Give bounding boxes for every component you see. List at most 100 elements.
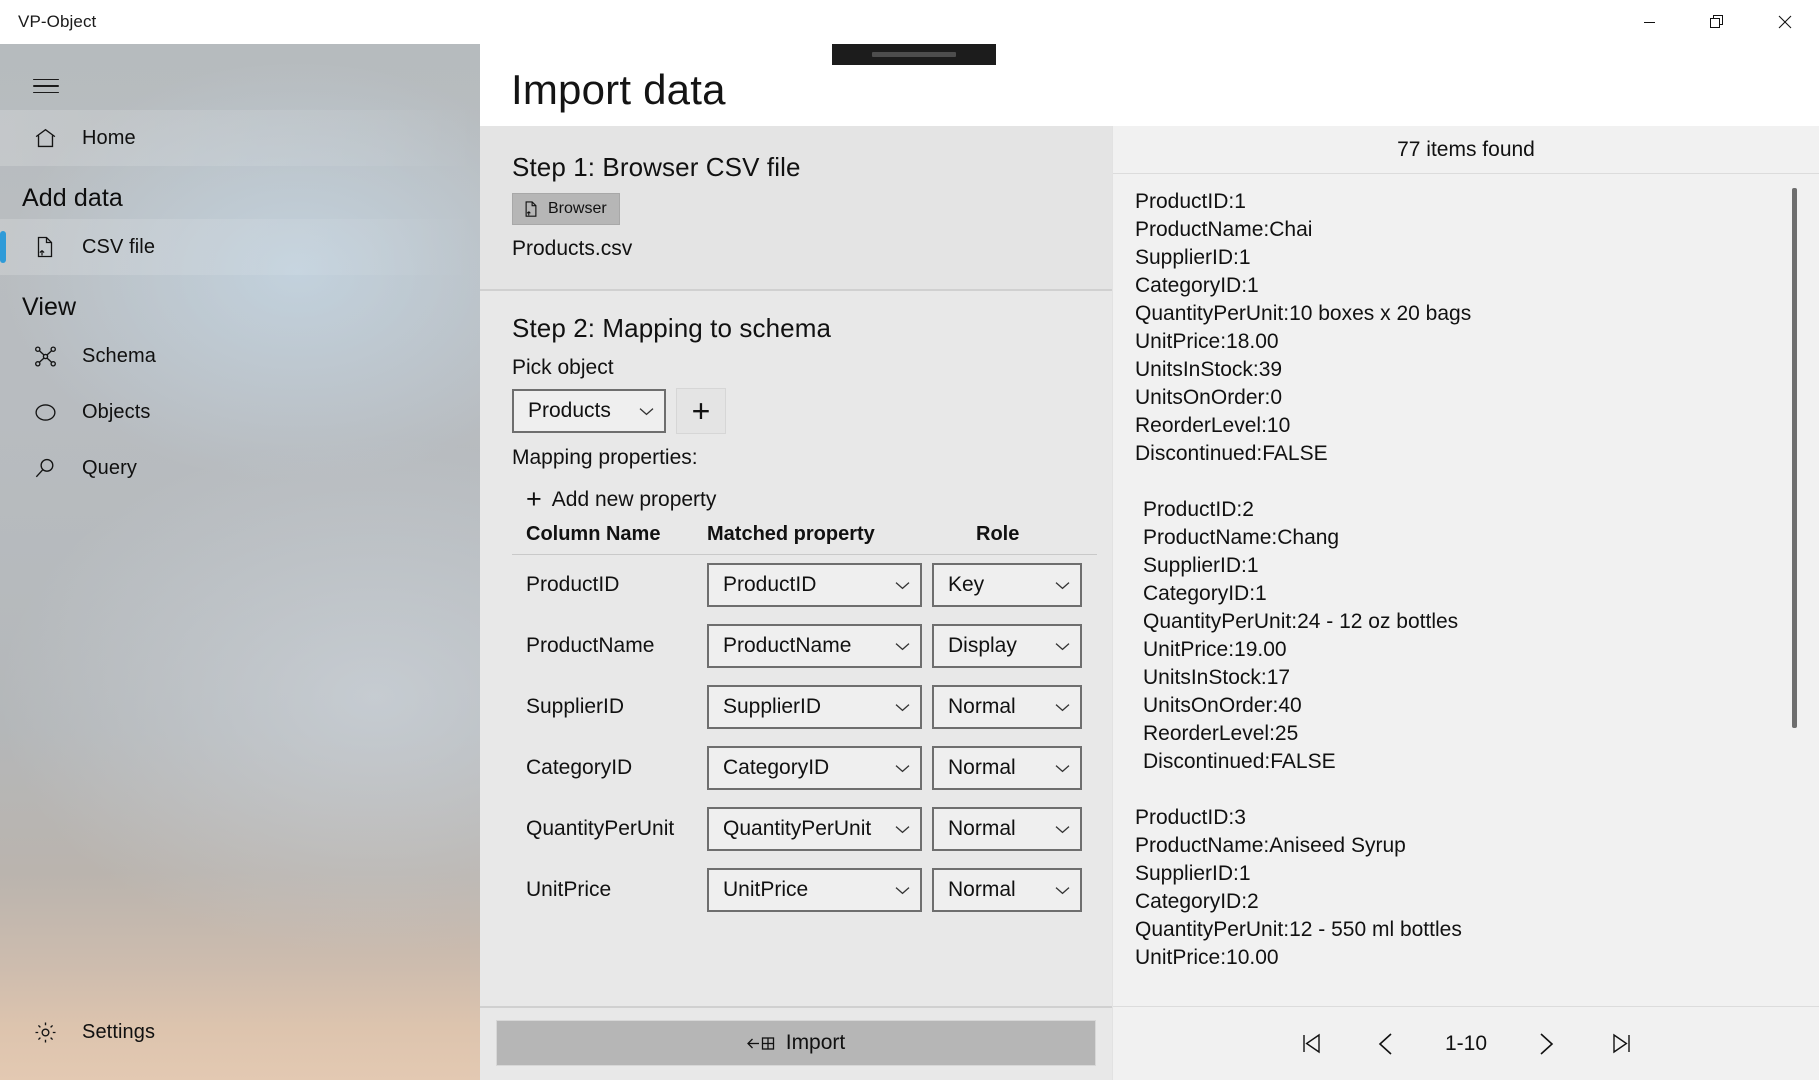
hamburger-menu-button[interactable] (22, 62, 70, 110)
role-select[interactable]: Normal (932, 868, 1082, 912)
add-new-property-label: Add new property (552, 488, 717, 512)
preview-record-line: UnitsInStock:39 (1135, 356, 1819, 384)
chevron-down-icon (1055, 825, 1070, 834)
preview-record-line: CategoryID:1 (1143, 580, 1819, 608)
first-page-button[interactable] (1288, 1021, 1334, 1067)
step1-section: Step 1: Browser CSV file Browser Product… (480, 126, 1112, 291)
preview-record-line: QuantityPerUnit:12 - 550 ml bottles (1135, 916, 1819, 944)
last-page-button[interactable] (1598, 1021, 1644, 1067)
mapping-role-cell: Display (932, 616, 1097, 677)
mapping-row: QuantityPerUnitQuantityPerUnitNormal (512, 799, 1097, 860)
sidebar-item-settings[interactable]: Settings (0, 1004, 480, 1060)
role-select[interactable]: Normal (932, 685, 1082, 729)
page-range-label: 1-10 (1440, 1032, 1492, 1056)
role-select[interactable]: Display (932, 624, 1082, 668)
previous-page-button[interactable] (1364, 1021, 1410, 1067)
objects-circle-icon (22, 400, 68, 425)
import-wizard-pane: Step 1: Browser CSV file Browser Product… (480, 126, 1112, 1080)
mapping-matched-cell: UnitPrice (707, 860, 932, 921)
mapping-table-header-row: Column Name Matched property Role (512, 523, 1097, 555)
import-button[interactable]: Import (496, 1020, 1096, 1066)
sidebar-item-label: Settings (82, 1021, 155, 1044)
csv-file-icon (522, 200, 540, 218)
chevron-down-icon (1055, 886, 1070, 895)
matched-property-select[interactable]: ProductID (707, 563, 922, 607)
preview-record-line: Discontinued:FALSE (1135, 440, 1819, 468)
matched-property-select[interactable]: SupplierID (707, 685, 922, 729)
hamburger-icon-bar (33, 92, 59, 94)
close-button[interactable] (1751, 0, 1819, 44)
sidebar-item-objects[interactable]: Objects (0, 384, 480, 440)
window-titlebar: VP-Object (0, 0, 1819, 44)
sidebar-item-label: Home (82, 127, 136, 150)
matched-property-select[interactable]: CategoryID (707, 746, 922, 790)
chevron-down-icon (1055, 764, 1070, 773)
mapping-column-name: UnitPrice (512, 860, 707, 921)
preview-record-line: Discontinued:FALSE (1143, 748, 1819, 776)
drag-handle-bar (872, 52, 956, 57)
chevron-down-icon (895, 642, 910, 651)
selected-file-name: Products.csv (512, 237, 1078, 261)
pick-object-select[interactable]: Products (512, 389, 666, 433)
mapping-column-name: CategoryID (512, 738, 707, 799)
sidebar-item-query[interactable]: Query (0, 440, 480, 496)
browse-button[interactable]: Browser (512, 193, 620, 225)
chevron-down-icon (1055, 703, 1070, 712)
restore-icon (1710, 15, 1724, 29)
sidebar-item-label: Schema (82, 345, 156, 368)
sidebar-item-csv-file[interactable]: CSV file (0, 219, 480, 275)
mapping-matched-cell: CategoryID (707, 738, 932, 799)
chevron-down-icon (1055, 581, 1070, 590)
page-title: Import data (511, 66, 726, 114)
chevron-left-icon (1375, 1031, 1399, 1057)
window-drag-handle[interactable] (832, 44, 996, 65)
mapping-column-name: ProductName (512, 616, 707, 677)
chevron-down-icon (1055, 642, 1070, 651)
step2-section: Step 2: Mapping to schema Pick object Pr… (480, 291, 1112, 1006)
role-value: Normal (948, 756, 1016, 780)
role-select[interactable]: Key (932, 563, 1082, 607)
mapping-row: SupplierIDSupplierIDNormal (512, 677, 1097, 738)
role-value: Display (948, 634, 1017, 658)
mapping-role-cell: Normal (932, 738, 1097, 799)
mapping-role-cell: Key (932, 555, 1097, 617)
preview-record-line: SupplierID:1 (1135, 244, 1819, 272)
chevron-down-icon (895, 764, 910, 773)
main-content: Import data Step 1: Browser CSV file Bro… (480, 44, 1819, 1080)
matched-property-value: SupplierID (723, 695, 821, 719)
preview-record-line: ProductID:1 (1135, 188, 1819, 216)
sidebar-item-label: CSV file (82, 236, 155, 259)
preview-record-line: ProductID:2 (1143, 496, 1819, 524)
role-select[interactable]: Normal (932, 746, 1082, 790)
mapping-table: Column Name Matched property Role Produc… (512, 523, 1097, 921)
add-object-button[interactable]: + (676, 388, 726, 434)
selection-indicator (0, 231, 6, 263)
matched-property-value: QuantityPerUnit (723, 817, 871, 841)
add-new-property-button[interactable]: + Add new property (526, 486, 1112, 513)
chevron-right-icon (1533, 1031, 1557, 1057)
records-scrollbar[interactable] (1792, 188, 1797, 728)
sidebar-item-home[interactable]: Home (0, 110, 480, 166)
sidebar-item-schema[interactable]: Schema (0, 328, 480, 384)
sidebar: Home Add data CSV file View Schema (0, 44, 480, 1080)
import-button-label: Import (786, 1031, 846, 1055)
mapping-matched-cell: QuantityPerUnit (707, 799, 932, 860)
window-controls (1615, 0, 1819, 44)
pick-object-value: Products (528, 399, 611, 423)
preview-record: ProductID:2ProductName:ChangSupplierID:1… (1135, 496, 1819, 776)
role-select[interactable]: Normal (932, 807, 1082, 851)
records-list[interactable]: ProductID:1ProductName:ChaiSupplierID:1C… (1113, 174, 1819, 1006)
sidebar-item-label: Objects (82, 401, 151, 424)
restore-button[interactable] (1683, 0, 1751, 44)
preview-record-line: SupplierID:1 (1143, 552, 1819, 580)
matched-property-select[interactable]: QuantityPerUnit (707, 807, 922, 851)
next-page-button[interactable] (1522, 1021, 1568, 1067)
matched-property-value: CategoryID (723, 756, 829, 780)
mapping-row: ProductIDProductIDKey (512, 555, 1097, 617)
mapping-row: CategoryID CategoryID Normal (512, 738, 1097, 799)
plus-icon: + (526, 486, 542, 513)
minimize-button[interactable] (1615, 0, 1683, 44)
home-icon (22, 126, 68, 151)
matched-property-select[interactable]: ProductName (707, 624, 922, 668)
matched-property-select[interactable]: UnitPrice (707, 868, 922, 912)
